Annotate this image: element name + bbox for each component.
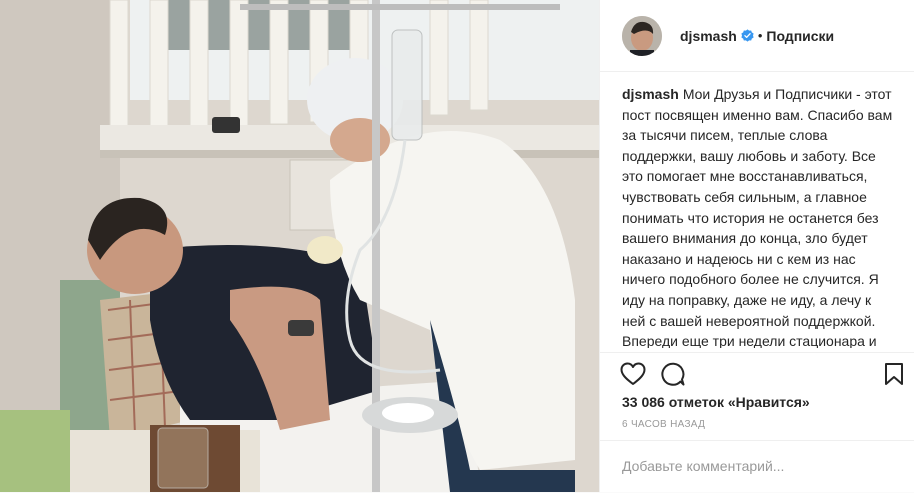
- verified-badge-icon: [741, 29, 754, 42]
- bookmark-icon: [885, 363, 903, 385]
- avatar[interactable]: [622, 15, 662, 56]
- caption-username[interactable]: djsmash: [622, 86, 679, 102]
- save-button[interactable]: [884, 362, 904, 391]
- comment-input[interactable]: [622, 455, 892, 477]
- post-timestamp[interactable]: 6 ЧАСОВ НАЗАД: [622, 419, 705, 430]
- caption-text: Мои Друзья и Подписчики - этот пост посв…: [622, 86, 893, 348]
- header-separator: •: [757, 28, 763, 43]
- avatar-image: [622, 15, 662, 56]
- comment-section: [600, 440, 914, 493]
- heart-icon: [620, 362, 646, 385]
- header-username[interactable]: djsmash: [680, 28, 737, 44]
- post-container: djsmash • Подписки djsmash Мои Друзья и П…: [0, 0, 914, 492]
- comment-button[interactable]: [660, 362, 686, 391]
- post-caption: djsmash Мои Друзья и Подписчики - этот по…: [622, 84, 898, 348]
- post-header: djsmash • Подписки: [600, 0, 914, 72]
- following-button[interactable]: Подписки: [766, 28, 834, 44]
- likes-count[interactable]: 33 086 отметок «Нравится»: [622, 394, 810, 410]
- post-photo[interactable]: [0, 0, 599, 492]
- photo-illustration: [0, 0, 599, 492]
- like-button[interactable]: [620, 362, 646, 391]
- post-sidebar: djsmash • Подписки djsmash Мои Друзья и П…: [599, 0, 914, 492]
- action-bar: [600, 352, 914, 393]
- speech-bubble-icon: [661, 362, 685, 386]
